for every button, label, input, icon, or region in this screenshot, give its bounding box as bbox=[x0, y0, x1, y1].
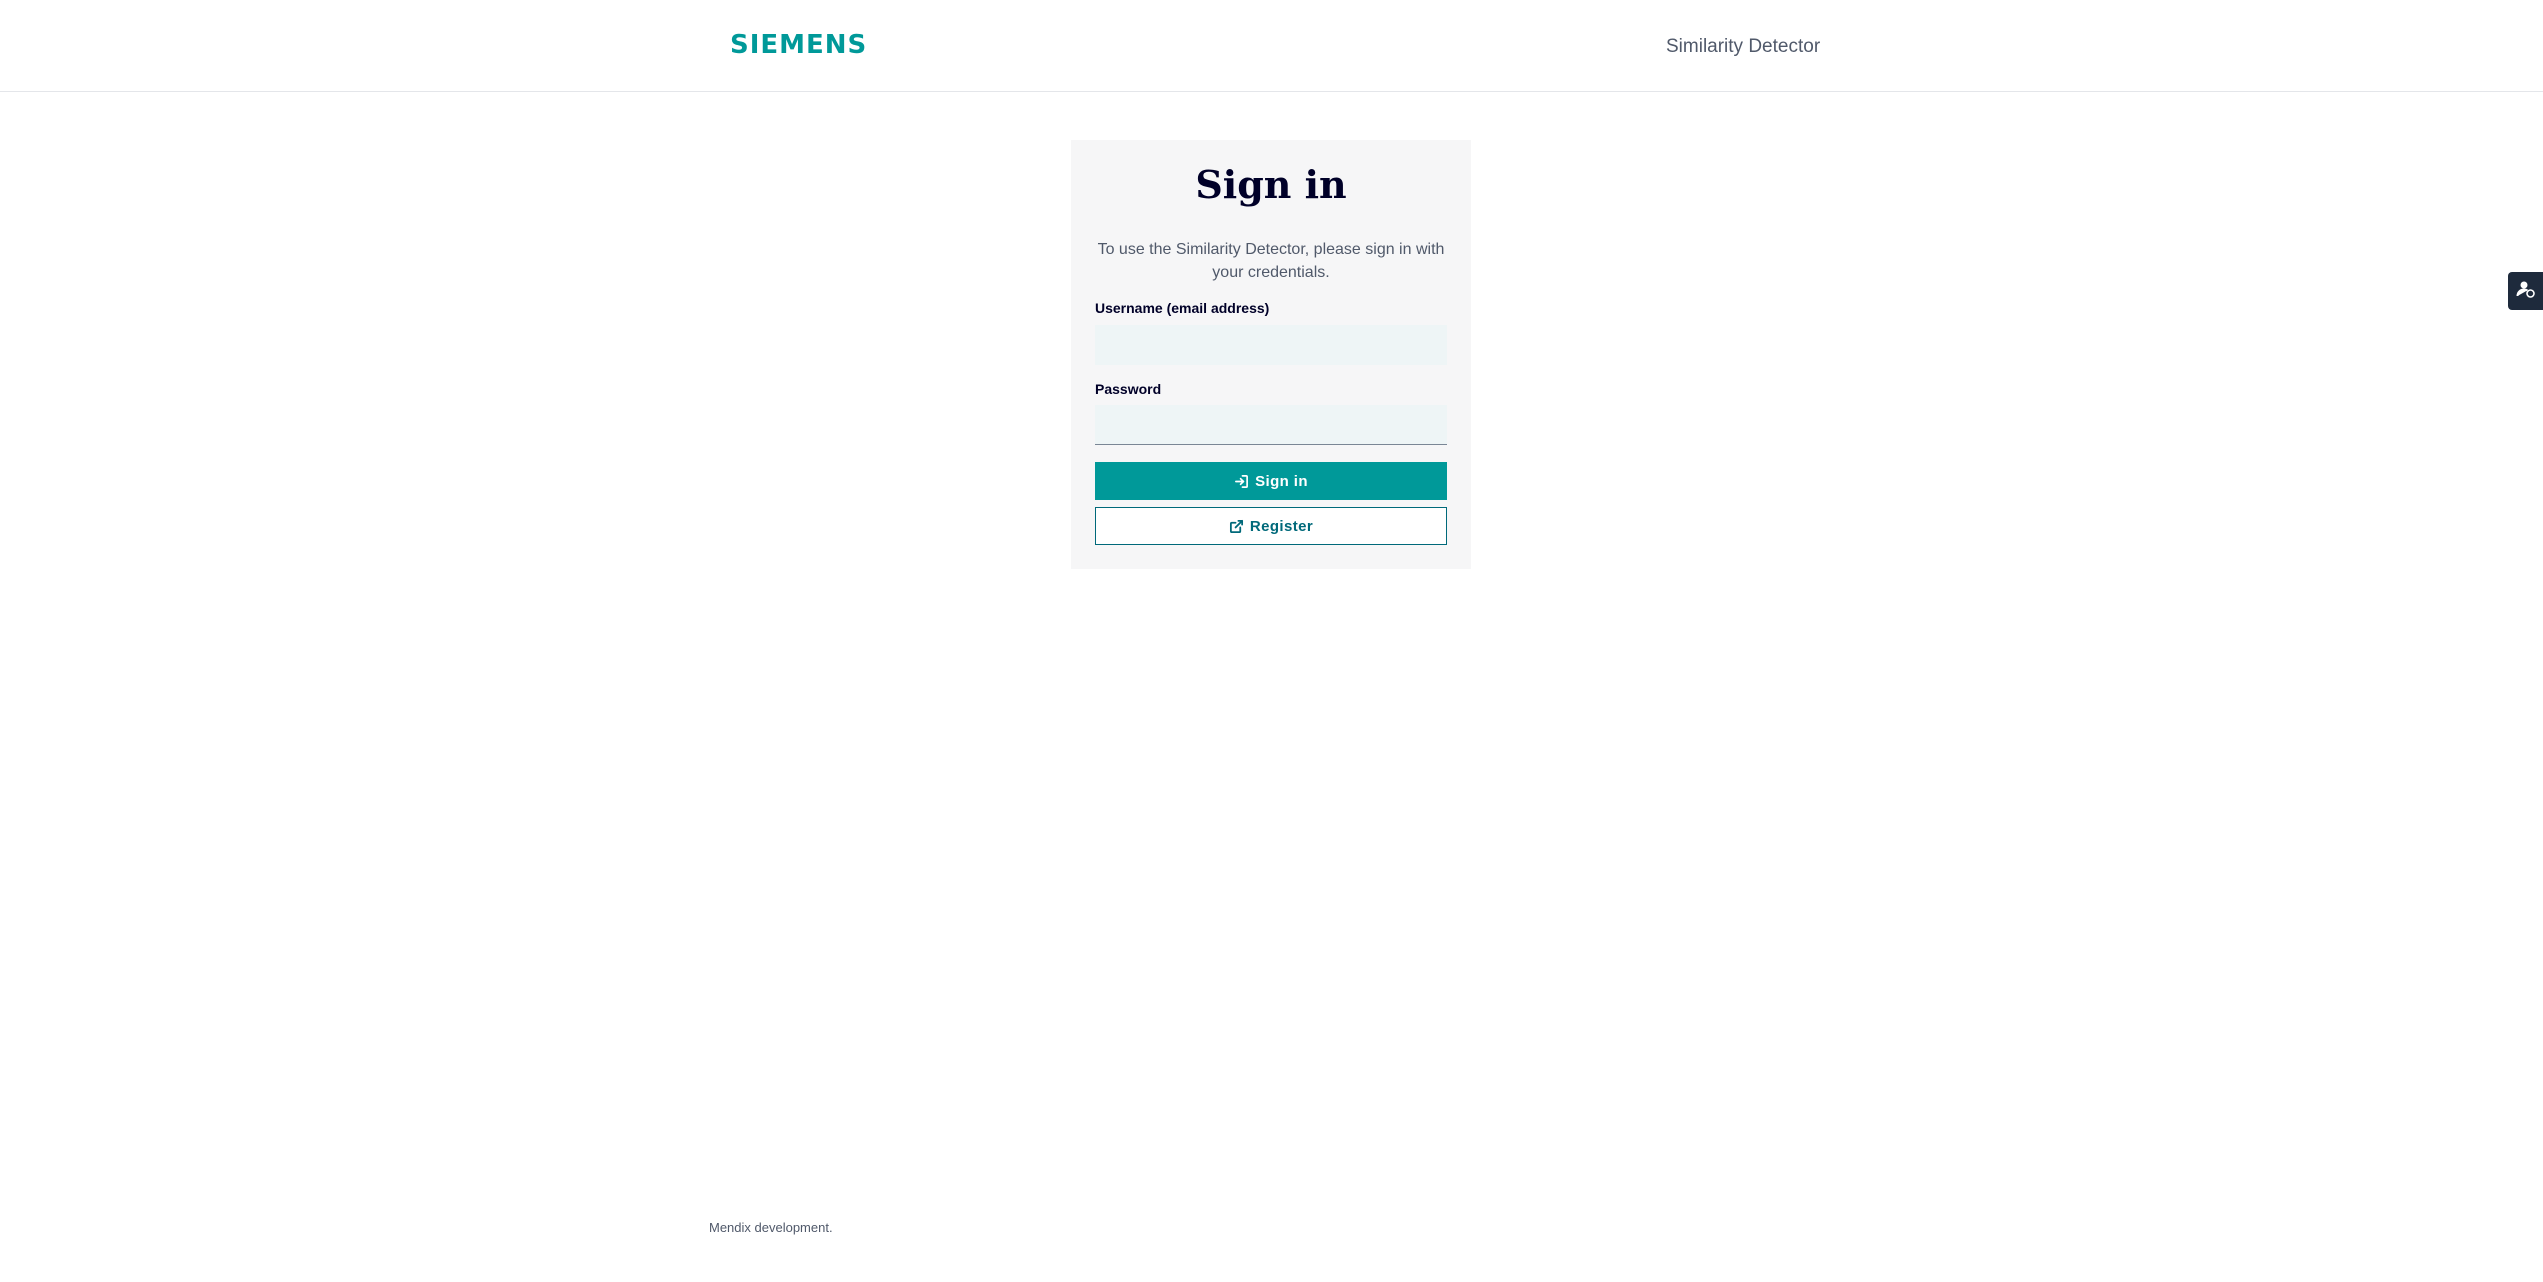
user-feedback-icon bbox=[2516, 279, 2536, 304]
user-feedback-tab[interactable] bbox=[2508, 272, 2543, 310]
password-input[interactable] bbox=[1095, 405, 1447, 445]
signin-title: Sign in bbox=[1195, 162, 1347, 207]
password-label: Password bbox=[1095, 381, 1162, 397]
register-button-label: Register bbox=[1249, 517, 1314, 535]
app-name: Similarity Detector bbox=[1666, 36, 1821, 57]
signin-card: Sign in To use the Similarity Detector, … bbox=[1071, 140, 1471, 569]
sign-in-icon bbox=[1234, 474, 1249, 489]
signin-button[interactable]: Sign in bbox=[1095, 462, 1447, 500]
username-input[interactable] bbox=[1095, 325, 1447, 365]
signin-intro-text: To use the Similarity Detector, please s… bbox=[1097, 241, 1445, 281]
top-header: SIEMENS Similarity Detector bbox=[0, 0, 2543, 92]
footer-note: Mendix development. bbox=[709, 1220, 833, 1235]
username-label: Username (email address) bbox=[1095, 300, 1270, 316]
signin-button-label: Sign in bbox=[1255, 472, 1308, 490]
register-button[interactable]: Register bbox=[1095, 507, 1447, 545]
external-link-icon bbox=[1229, 519, 1244, 534]
siemens-logo[interactable]: SIEMENS bbox=[730, 30, 867, 60]
